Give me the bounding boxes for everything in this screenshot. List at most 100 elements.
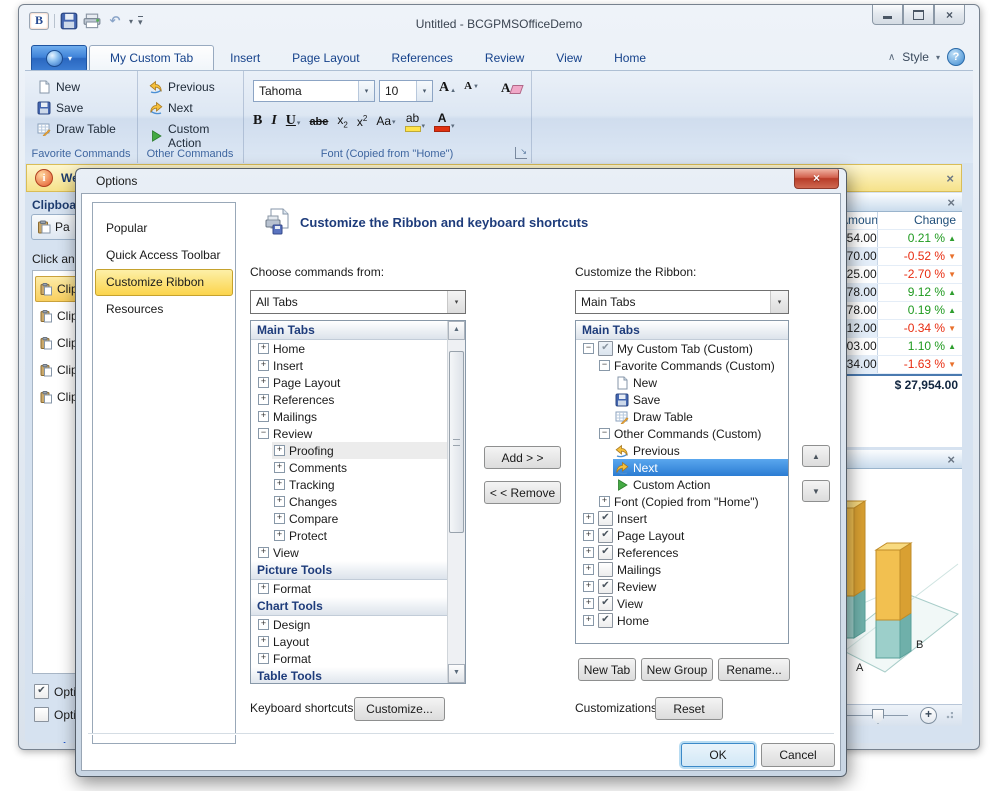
- dialog-close-button[interactable]: ×: [794, 169, 839, 189]
- chevron-down-icon[interactable]: ▾: [447, 291, 465, 313]
- tree-item-compare[interactable]: +Compare: [251, 510, 448, 527]
- tree-item-home[interactable]: +✔Home: [576, 612, 788, 629]
- expand-icon[interactable]: +: [274, 462, 285, 473]
- customize-ribbon-combobox[interactable]: Main Tabs ▾: [575, 290, 789, 314]
- tree-item-new[interactable]: New: [576, 374, 788, 391]
- remove-button[interactable]: < < Remove: [484, 481, 561, 504]
- collapse-ribbon-icon[interactable]: ∧: [888, 52, 895, 63]
- new-tab-button[interactable]: New Tab: [578, 658, 636, 681]
- minimize-button[interactable]: [872, 5, 903, 25]
- resize-grip-icon[interactable]: [945, 712, 953, 720]
- reset-button[interactable]: Reset: [655, 697, 723, 720]
- draw-table-button[interactable]: Draw Table: [37, 122, 116, 136]
- tree-item-references[interactable]: +References: [251, 391, 448, 408]
- expand-icon[interactable]: +: [583, 547, 594, 558]
- tree-item-view[interactable]: +✔View: [576, 595, 788, 612]
- expand-icon[interactable]: +: [258, 547, 269, 558]
- tree-item-custom-action[interactable]: Custom Action: [576, 476, 788, 493]
- tree-item-layout[interactable]: +Layout: [251, 633, 448, 650]
- tree-item-review[interactable]: +✔Review: [576, 578, 788, 595]
- collapse-icon[interactable]: −: [599, 428, 610, 439]
- expand-icon[interactable]: +: [599, 496, 610, 507]
- move-up-button[interactable]: ▲: [802, 445, 830, 467]
- collapse-icon[interactable]: −: [258, 428, 269, 439]
- tree-item-page-layout[interactable]: +Page Layout: [251, 374, 448, 391]
- tree-item-protect[interactable]: +Protect: [251, 527, 448, 544]
- expand-icon[interactable]: +: [258, 411, 269, 422]
- tree-item-previous[interactable]: Previous: [576, 442, 788, 459]
- nav-item-resources[interactable]: Resources: [95, 296, 233, 323]
- expand-icon[interactable]: +: [258, 619, 269, 630]
- tab-insert[interactable]: Insert: [214, 46, 276, 71]
- scrollbar[interactable]: ▲ ▼: [447, 321, 465, 683]
- checkbox-checked[interactable]: ✔: [598, 528, 613, 543]
- strikethrough-button[interactable]: abe: [309, 114, 328, 128]
- customize-button[interactable]: Customize...: [354, 697, 445, 721]
- checkbox-checked[interactable]: ✔: [598, 341, 613, 356]
- expand-icon[interactable]: +: [583, 581, 594, 592]
- ok-button[interactable]: OK: [681, 743, 755, 767]
- expand-icon[interactable]: +: [583, 564, 594, 575]
- tree-item-next[interactable]: Next: [576, 459, 788, 476]
- tree-item-insert[interactable]: +Insert: [251, 357, 448, 374]
- scroll-down-icon[interactable]: ▼: [448, 664, 465, 683]
- scrollbar-thumb[interactable]: [449, 351, 464, 533]
- expand-icon[interactable]: +: [583, 513, 594, 524]
- checkbox-checked[interactable]: ✔: [34, 684, 49, 699]
- tab-view[interactable]: View: [540, 46, 598, 71]
- style-dropdown-icon[interactable]: ▾: [936, 53, 940, 62]
- save-button[interactable]: Save: [37, 101, 83, 115]
- tree-item-design[interactable]: +Design: [251, 616, 448, 633]
- collapse-icon[interactable]: −: [583, 343, 594, 354]
- superscript-button[interactable]: x2: [357, 114, 367, 129]
- chevron-down-icon[interactable]: ▾: [770, 291, 788, 313]
- previous-button[interactable]: Previous: [149, 80, 215, 94]
- choose-commands-combobox[interactable]: All Tabs ▾: [250, 290, 466, 314]
- tree-item-save[interactable]: Save: [576, 391, 788, 408]
- tree-item-home[interactable]: +Home: [251, 340, 448, 357]
- expand-icon[interactable]: +: [258, 636, 269, 647]
- tree-item-other-commands-custom[interactable]: −Other Commands (Custom): [576, 425, 788, 442]
- tree-item-proofing[interactable]: +Proofing: [251, 442, 448, 459]
- close-icon[interactable]: ×: [940, 452, 962, 467]
- add-button[interactable]: Add > >: [484, 446, 561, 469]
- expand-icon[interactable]: +: [258, 583, 269, 594]
- expand-icon[interactable]: +: [274, 496, 285, 507]
- tab-home[interactable]: Home: [598, 46, 662, 71]
- checkbox-unchecked[interactable]: [598, 562, 613, 577]
- italic-button[interactable]: I: [271, 113, 276, 129]
- tree-item-insert[interactable]: +✔Insert: [576, 510, 788, 527]
- expand-icon[interactable]: +: [274, 513, 285, 524]
- tree-item-favorite-commands-custom[interactable]: −Favorite Commands (Custom): [576, 357, 788, 374]
- website-link[interactable]: www.bc: [32, 740, 77, 743]
- expand-icon[interactable]: +: [258, 377, 269, 388]
- new-button[interactable]: New: [37, 80, 80, 94]
- tree-item-my-custom-tab-custom[interactable]: −✔My Custom Tab (Custom): [576, 340, 788, 357]
- tree-item-font-copied-from-home[interactable]: +Font (Copied from "Home"): [576, 493, 788, 510]
- text-highlight-button[interactable]: ab▾: [405, 111, 426, 132]
- custom-action-button[interactable]: Custom Action: [149, 122, 243, 150]
- slider-track[interactable]: [846, 715, 908, 716]
- checkbox-unchecked[interactable]: [34, 707, 49, 722]
- change-case-button[interactable]: Aa▾: [376, 114, 395, 128]
- font-color-button[interactable]: A▾: [434, 111, 455, 132]
- tree-item-tracking[interactable]: +Tracking: [251, 476, 448, 493]
- nav-item-popular[interactable]: Popular: [95, 215, 233, 242]
- checkbox-checked[interactable]: ✔: [598, 511, 613, 526]
- close-icon[interactable]: ×: [940, 195, 962, 210]
- expand-icon[interactable]: +: [258, 394, 269, 405]
- rename-button[interactable]: Rename...: [718, 658, 790, 681]
- checkbox-checked[interactable]: ✔: [598, 596, 613, 611]
- tab-references[interactable]: References: [376, 46, 469, 71]
- slider-thumb[interactable]: [872, 709, 884, 724]
- zoom-in-button[interactable]: +: [920, 707, 937, 724]
- expand-icon[interactable]: +: [583, 615, 594, 626]
- tab-my-custom-tab[interactable]: My Custom Tab: [89, 45, 214, 71]
- expand-icon[interactable]: +: [258, 343, 269, 354]
- new-group-button[interactable]: New Group: [641, 658, 713, 681]
- underline-button[interactable]: U▾: [286, 113, 301, 129]
- close-icon[interactable]: ×: [939, 171, 961, 186]
- tab-review[interactable]: Review: [469, 46, 540, 71]
- tree-item-mailings[interactable]: +Mailings: [251, 408, 448, 425]
- checkbox-checked[interactable]: ✔: [598, 579, 613, 594]
